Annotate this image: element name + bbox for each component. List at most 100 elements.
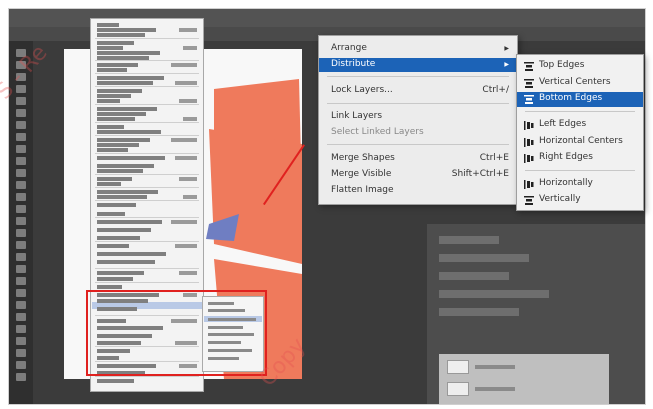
- menu-item[interactable]: [97, 182, 121, 186]
- menu-item[interactable]: [97, 177, 132, 181]
- submenu-item-left-edges[interactable]: Left Edges: [517, 118, 643, 133]
- layer-thumbnail[interactable]: [447, 382, 469, 396]
- menu-item[interactable]: [97, 94, 131, 98]
- panel-row: [439, 236, 499, 244]
- menu-item[interactable]: [97, 228, 151, 232]
- menu-item[interactable]: [97, 56, 149, 60]
- submenu-item-horizontal-centers[interactable]: Horizontal Centers: [517, 135, 643, 150]
- tool-button[interactable]: [16, 133, 26, 141]
- tool-button[interactable]: [16, 241, 26, 249]
- menu-separator: [95, 187, 199, 188]
- menu-item[interactable]: [97, 33, 145, 37]
- distribute-vertical-icon: [524, 196, 534, 205]
- menu-item-distribute[interactable]: Distribute ▶: [319, 58, 517, 72]
- tool-button[interactable]: [16, 145, 26, 153]
- menu-shortcut: [179, 28, 197, 32]
- distribute-left-icon: [524, 121, 534, 130]
- tool-button[interactable]: [16, 277, 26, 285]
- menu-shortcut: [179, 99, 197, 103]
- tool-button[interactable]: [16, 193, 26, 201]
- menu-item[interactable]: [97, 28, 156, 32]
- tool-button[interactable]: [16, 325, 26, 333]
- menu-item-select-linked-layers[interactable]: Select Linked Layers: [319, 126, 517, 140]
- menu-item[interactable]: [97, 252, 166, 256]
- menu-item-merge-shapes[interactable]: Merge Shapes Ctrl+E: [319, 152, 517, 166]
- distribute-submenu-zoomed[interactable]: Top Edges Vertical Centers Bottom Edges Lef…: [516, 54, 644, 211]
- tool-button[interactable]: [16, 121, 26, 129]
- menu-item[interactable]: [97, 112, 146, 116]
- tool-button[interactable]: [16, 265, 26, 273]
- menu-item[interactable]: [97, 107, 157, 111]
- menu-item[interactable]: [97, 89, 142, 93]
- menu-item[interactable]: [97, 76, 164, 80]
- menu-item[interactable]: [97, 99, 120, 103]
- layer-menu-zoomed[interactable]: Arrange ▶ Distribute ▶ Lock Layers... Ctrl+/ L…: [318, 35, 518, 205]
- menu-item[interactable]: [97, 46, 123, 50]
- menu-item[interactable]: [97, 212, 125, 216]
- layer-thumbnail[interactable]: [447, 360, 469, 374]
- menu-item[interactable]: [97, 125, 124, 129]
- menu-item[interactable]: [97, 164, 154, 168]
- menu-item[interactable]: [97, 220, 162, 224]
- menu-item[interactable]: [97, 379, 134, 383]
- submenu-item-horizontally[interactable]: Horizontally: [517, 177, 643, 192]
- menu-item[interactable]: [97, 41, 134, 45]
- tool-button[interactable]: [16, 217, 26, 225]
- menu-item-merge-visible[interactable]: Merge Visible Shift+Ctrl+E: [319, 168, 517, 182]
- menu-item-link-layers[interactable]: Link Layers: [319, 110, 517, 124]
- tool-button[interactable]: [16, 349, 26, 357]
- tool-button[interactable]: [16, 373, 26, 381]
- menu-item[interactable]: [97, 51, 160, 55]
- menu-item[interactable]: [97, 285, 122, 289]
- menu-item[interactable]: [97, 236, 140, 240]
- menu-item[interactable]: [97, 117, 135, 121]
- submenu-item-vertical-centers[interactable]: Vertical Centers: [517, 76, 643, 91]
- menu-item[interactable]: [97, 130, 161, 134]
- submenu-item-right-edges[interactable]: Right Edges: [517, 151, 643, 166]
- menu-item[interactable]: [97, 244, 129, 248]
- tool-button[interactable]: [16, 301, 26, 309]
- menu-item-flatten-image[interactable]: Flatten Image: [319, 184, 517, 198]
- tool-button[interactable]: [16, 169, 26, 177]
- menu-item[interactable]: [97, 63, 138, 67]
- menu-item[interactable]: [97, 68, 127, 72]
- tool-button[interactable]: [16, 253, 26, 261]
- submenu-item-bottom-edges[interactable]: Bottom Edges: [517, 92, 643, 107]
- submenu-item-vertically[interactable]: Vertically: [517, 193, 643, 208]
- tool-button[interactable]: [16, 109, 26, 117]
- layers-panel[interactable]: [439, 354, 609, 404]
- tool-button[interactable]: [16, 205, 26, 213]
- menu-item-lock-layers[interactable]: Lock Layers... Ctrl+/: [319, 84, 517, 98]
- menu-item[interactable]: [97, 195, 147, 199]
- menu-item[interactable]: [97, 277, 133, 281]
- menu-item[interactable]: [97, 169, 143, 173]
- submenu-item-label: Left Edges: [539, 119, 587, 129]
- menu-item[interactable]: [97, 148, 128, 152]
- tool-button[interactable]: [16, 157, 26, 165]
- menu-item[interactable]: [97, 190, 158, 194]
- submenu-item-top-edges[interactable]: Top Edges: [517, 59, 643, 74]
- tool-button[interactable]: [16, 361, 26, 369]
- tool-button[interactable]: [16, 97, 26, 105]
- menu-separator: [95, 122, 199, 123]
- tool-button[interactable]: [16, 337, 26, 345]
- menu-item[interactable]: [97, 260, 155, 264]
- menu-item[interactable]: [97, 203, 136, 207]
- menu-item[interactable]: [97, 143, 139, 147]
- menu-item[interactable]: [97, 138, 150, 142]
- menu-item-label: Arrange: [331, 43, 367, 53]
- tool-button[interactable]: [16, 229, 26, 237]
- menu-item[interactable]: [97, 23, 119, 27]
- submenu-item-label: Bottom Edges: [539, 93, 603, 103]
- menu-shortcut: [171, 63, 197, 67]
- menu-item[interactable]: [97, 271, 144, 275]
- menu-item[interactable]: [97, 81, 153, 85]
- tool-button[interactable]: [16, 289, 26, 297]
- tool-button[interactable]: [16, 181, 26, 189]
- panel-row: [439, 308, 519, 316]
- menu-separator: [95, 241, 199, 242]
- menu-item[interactable]: [97, 156, 165, 160]
- menu-item-arrange[interactable]: Arrange ▶: [319, 42, 517, 56]
- tool-button[interactable]: [16, 313, 26, 321]
- menu-separator: [95, 376, 199, 377]
